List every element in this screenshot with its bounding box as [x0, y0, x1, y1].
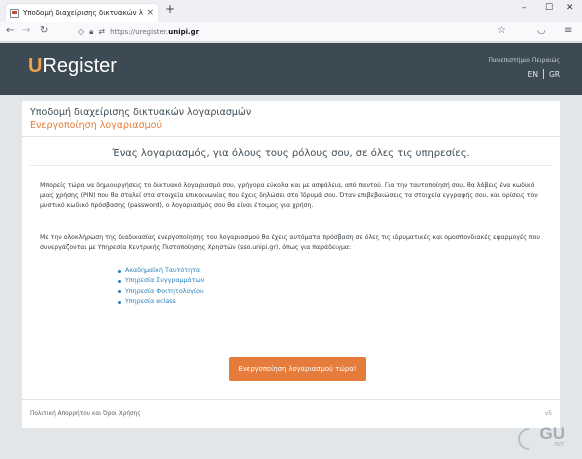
bullet-icon	[118, 290, 121, 294]
bullet-icon	[118, 279, 121, 283]
lang-en-link[interactable]: EN	[523, 70, 543, 79]
privacy-policy-link[interactable]: Πολιτική Απορρήτου και Όροι Χρήσης	[30, 411, 141, 417]
back-icon[interactable]: ←	[6, 26, 14, 36]
lang-gr-link[interactable]: GR	[544, 70, 560, 79]
forward-icon[interactable]: →	[22, 26, 30, 36]
service-link[interactable]: Ακαδημαϊκή Ταυτότητα	[125, 266, 200, 276]
main-card: Υποδομή διαχείρισης δικτυακών λογαριασμώ…	[22, 101, 560, 428]
version-label: v5	[544, 411, 552, 417]
language-switcher: EN GR	[523, 69, 560, 79]
list-item: Υπηρεσία Φοιτητολογίου	[118, 287, 204, 297]
gunet-logo: GU net	[513, 423, 568, 455]
lock-icon[interactable]: 🔒︎	[89, 28, 93, 36]
card-header: Υποδομή διαχείρισης δικτυακών λογαριασμώ…	[22, 101, 560, 137]
intro-paragraph: Μπορείς τώρα να δημιουργήσεις το δικτυακ…	[40, 182, 538, 209]
page-title: Υποδομή διαχείρισης δικτυακών λογαριασμώ…	[30, 107, 252, 118]
card-footer: Πολιτική Απορρήτου και Όροι Χρήσης v5	[22, 399, 560, 428]
page: URegister Πανεπιστήμιο Πειραιώς EN GR Υπ…	[0, 43, 582, 459]
university-name: Πανεπιστήμιο Πειραιώς	[488, 57, 560, 64]
url-host: unipi.gr	[168, 28, 200, 36]
service-link[interactable]: Υπηρεσία eclass	[125, 297, 176, 307]
url-prefix: https://uregister.	[110, 28, 169, 36]
close-window-button[interactable]: ✕	[566, 4, 574, 13]
browser-tab-bar: Υποδομή διαχείρισης δικτυακών λογαριασμώ…	[0, 0, 582, 22]
list-item: Υπηρεσία Συγγραμμάτων	[118, 276, 204, 286]
permissions-icon[interactable]: ⇄	[98, 28, 105, 36]
tab-title: Υποδομή διαχείρισης δικτυακών λογαριασμώ…	[23, 9, 143, 17]
services-list: Ακαδημαϊκή Ταυτότητα Υπηρεσία Συγγραμμάτ…	[118, 266, 204, 307]
maximize-button[interactable]: ☐	[545, 4, 553, 13]
shield-icon[interactable]: ◇	[78, 28, 84, 36]
pocket-icon[interactable]: ◡	[537, 26, 546, 36]
list-item: Ακαδημαϊκή Ταυτότητα	[118, 266, 204, 276]
service-link[interactable]: Υπηρεσία Συγγραμμάτων	[125, 276, 204, 286]
browser-nav-bar: ← → ↻ ◇ 🔒︎ ⇄ https://uregister. unipi.gr …	[0, 22, 582, 42]
site-header: URegister Πανεπιστήμιο Πειραιώς EN GR	[0, 43, 582, 95]
url-bar[interactable]: ◇ 🔒︎ ⇄ https://uregister. unipi.gr	[78, 25, 518, 39]
activate-account-button[interactable]: Ενεργοποίηση λογαριασμού τώρα!	[229, 357, 366, 381]
favicon-icon	[10, 8, 19, 18]
page-subtitle: Ενεργοποίηση λογαριασμού	[30, 120, 162, 131]
browser-tab[interactable]: Υποδομή διαχείρισης δικτυακών λογαριασμώ…	[6, 4, 158, 22]
menu-icon[interactable]: ≡	[564, 26, 572, 36]
divider	[30, 165, 552, 166]
uregister-logo[interactable]: URegister	[28, 56, 117, 76]
reload-icon[interactable]: ↻	[40, 26, 48, 36]
star-icon[interactable]: ☆	[497, 26, 506, 36]
tab-close-icon[interactable]: ×	[146, 8, 154, 18]
new-tab-button[interactable]: +	[165, 3, 175, 15]
service-link[interactable]: Υπηρεσία Φοιτητολογίου	[125, 287, 204, 297]
access-paragraph: Με την ολοκλήρωση της διαδικασίας ενεργο…	[40, 234, 540, 251]
minimize-button[interactable]: –	[522, 4, 527, 13]
tagline: Ένας λογαριασμός, για όλους τους ρόλους …	[112, 148, 470, 159]
list-item: Υπηρεσία eclass	[118, 297, 204, 307]
bullet-icon	[118, 300, 121, 304]
bullet-icon	[118, 269, 121, 273]
